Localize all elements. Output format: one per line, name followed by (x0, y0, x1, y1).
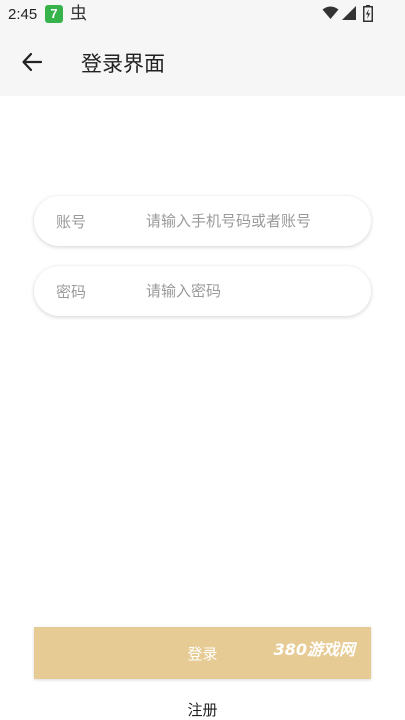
account-field: 账号 (34, 196, 371, 246)
battery-icon (363, 5, 373, 22)
login-button[interactable]: 登录 380游戏网 (34, 627, 371, 679)
register-link[interactable]: 注册 (0, 699, 405, 720)
app-bar: 登录界面 (0, 30, 405, 96)
status-bar: 2:45 7 虫 (0, 0, 405, 30)
back-button[interactable] (14, 44, 50, 80)
arrow-left-icon (22, 52, 43, 72)
account-input[interactable] (146, 206, 356, 236)
wifi-icon (322, 6, 339, 19)
password-input[interactable] (146, 276, 356, 306)
account-label: 账号 (56, 213, 87, 231)
app-notification-icon: 7 (45, 5, 63, 23)
status-time: 2:45 (8, 6, 38, 23)
signal-icon (342, 6, 356, 20)
bug-icon: 虫 (70, 4, 87, 24)
page-title: 登录界面 (81, 52, 165, 76)
password-field: 密码 (34, 266, 371, 316)
password-label: 密码 (56, 283, 87, 301)
watermark: 380游戏网 (273, 640, 355, 659)
